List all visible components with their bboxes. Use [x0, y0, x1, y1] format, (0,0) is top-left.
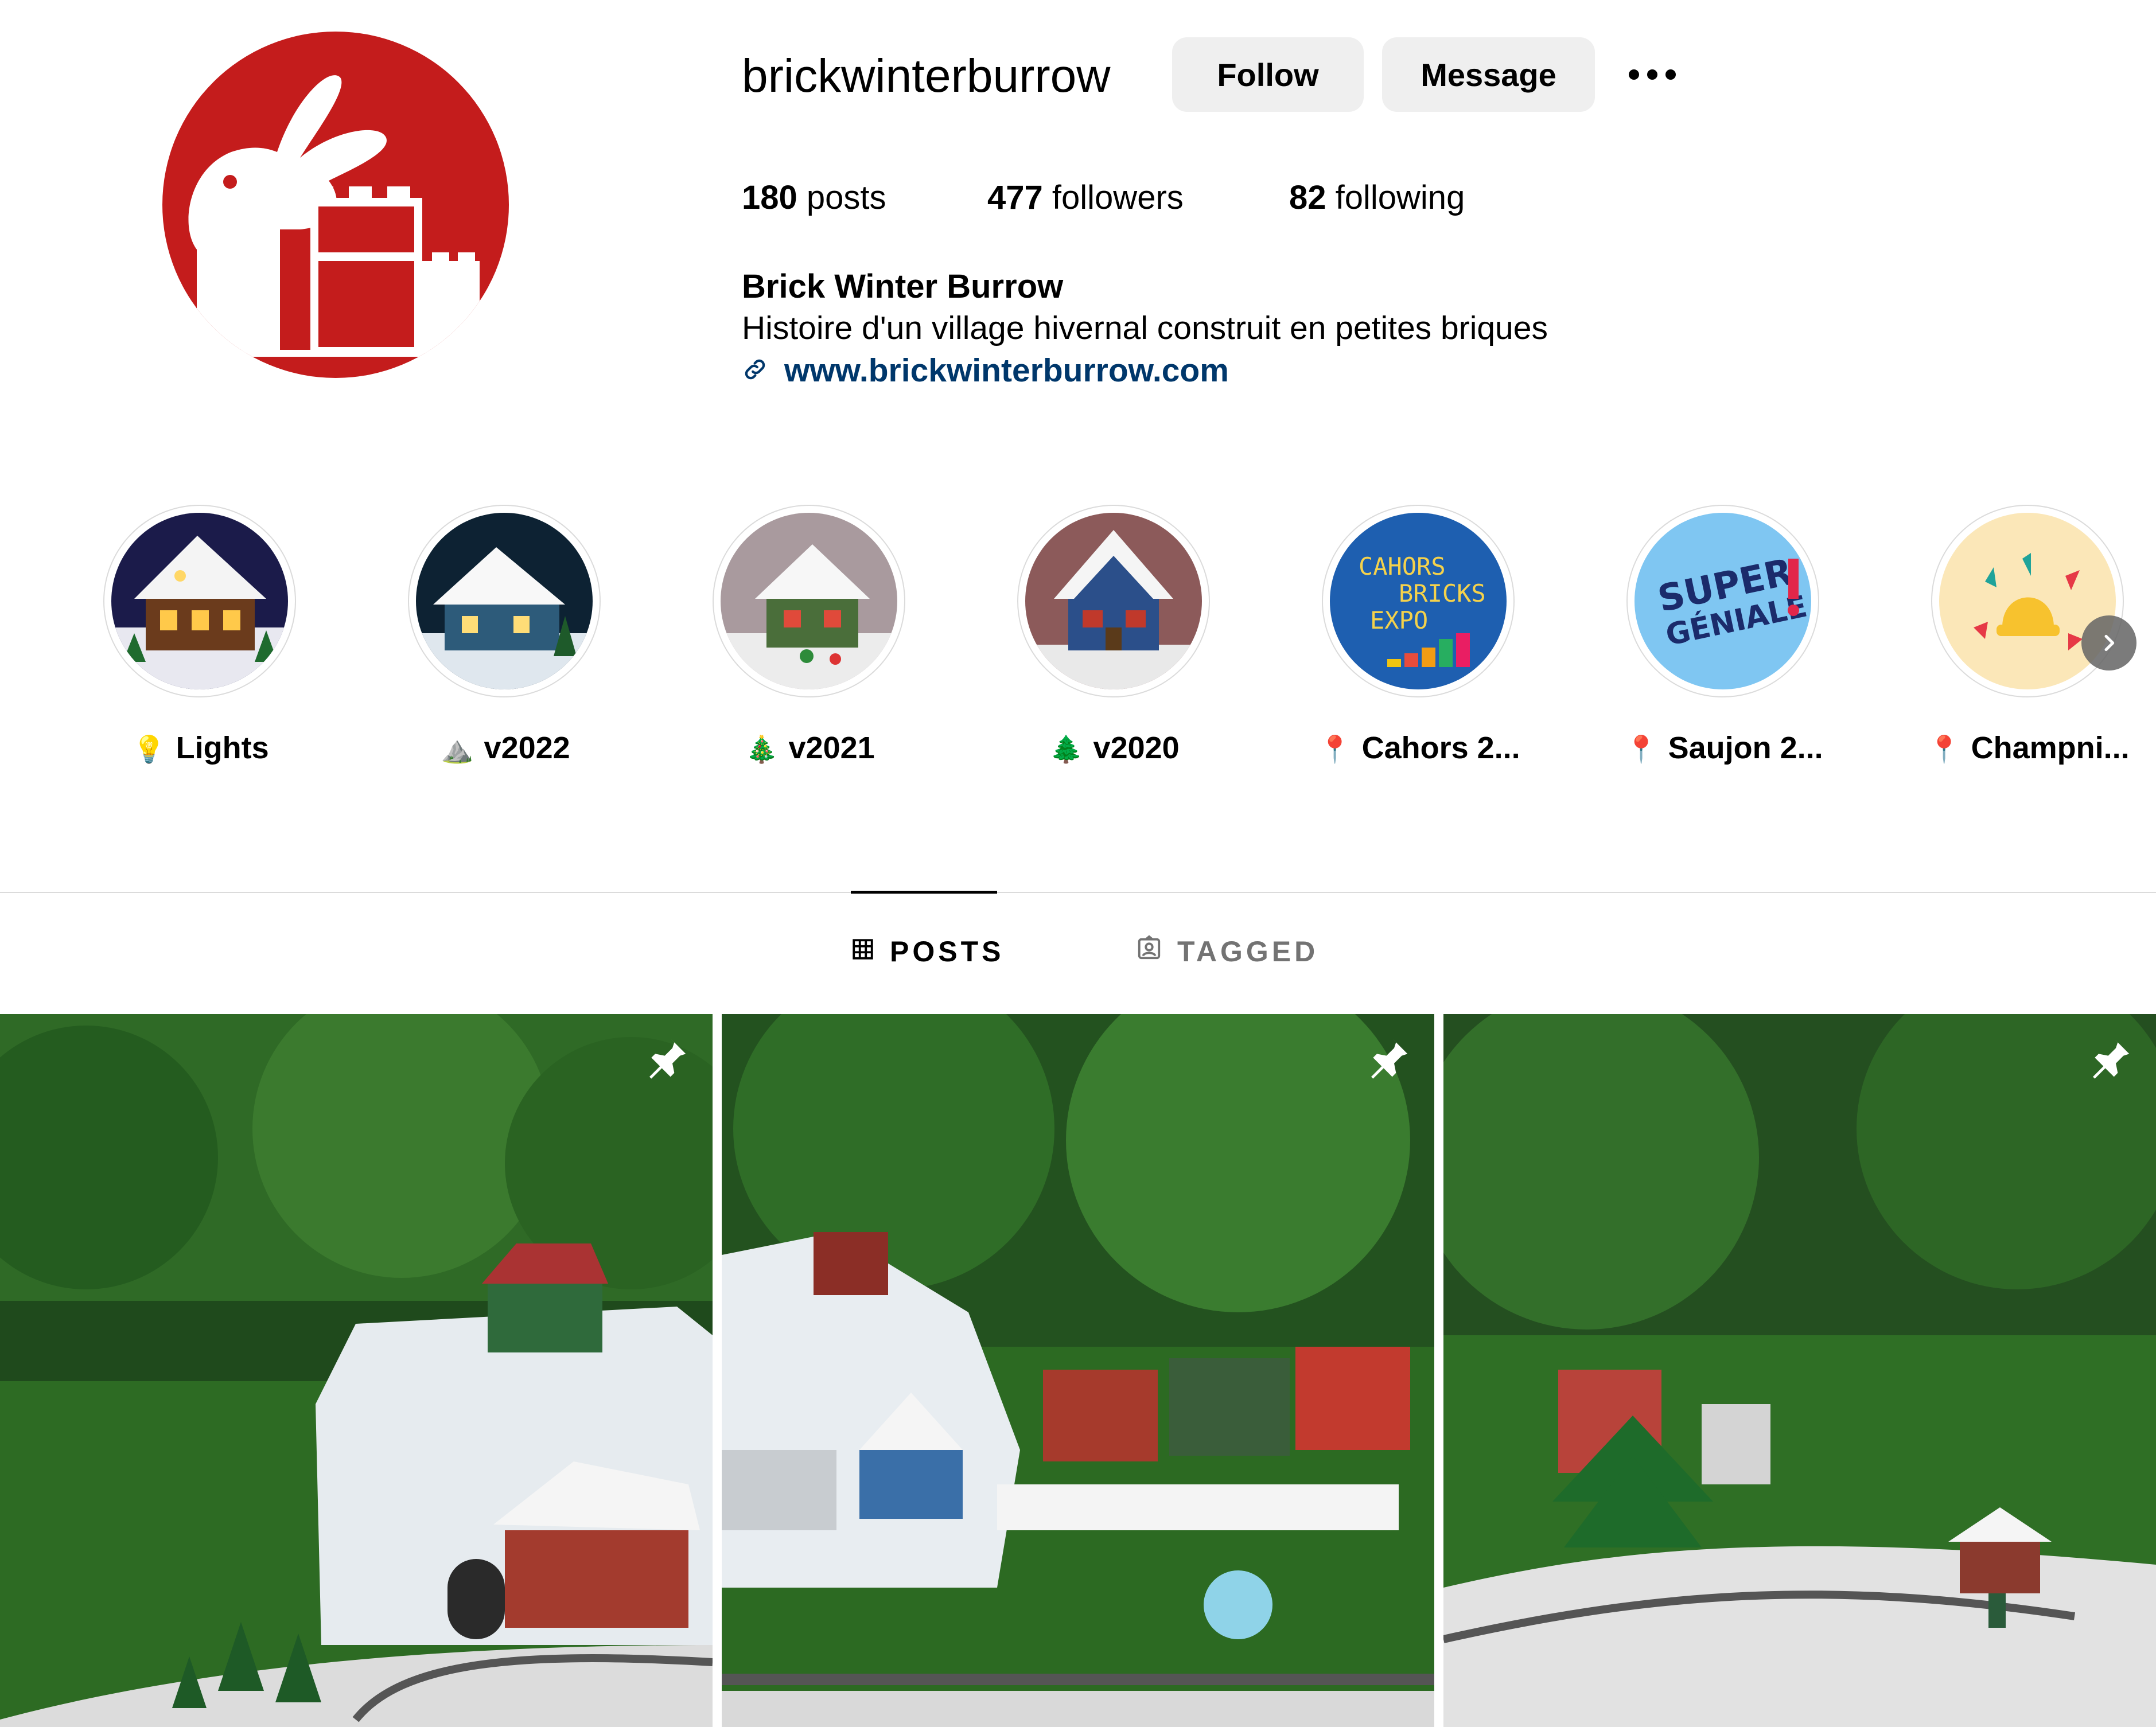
highlight-label: 📍 Saujon 2... — [1604, 727, 1844, 770]
following-count: 82 — [1289, 179, 1326, 216]
highlight-thumbnail — [111, 513, 288, 689]
highlight-label-text: Cahors 2... — [1361, 731, 1520, 765]
lightbulb-icon: 💡 — [133, 734, 166, 764]
mountain-icon: ⛰️ — [441, 734, 474, 764]
highlight-label: ⛰️ v2022 — [385, 727, 626, 770]
profile-link-text[interactable]: www.brickwinterburrow.com — [784, 352, 1229, 389]
post-thumbnail[interactable] — [0, 1014, 713, 1727]
follow-button[interactable]: Follow — [1172, 37, 1364, 112]
posts-count-stat: 180 posts — [742, 175, 886, 221]
christmas-tree-icon: 🎄 — [745, 734, 779, 764]
message-button[interactable]: Message — [1382, 37, 1595, 112]
more-options-icon[interactable] — [1618, 52, 1687, 98]
cahors-text-line: EXPO — [1370, 606, 1428, 634]
profile-avatar[interactable] — [162, 32, 509, 378]
post-thumbnail[interactable] — [722, 1014, 1434, 1727]
highlight-label-text: v2021 — [788, 731, 875, 765]
tabs-divider — [0, 892, 2156, 893]
profile-username: brickwinterburrow — [742, 50, 1111, 102]
highlight-label-text: Saujon 2... — [1668, 731, 1823, 765]
cahors-text-line: BRICKS — [1399, 579, 1486, 607]
highlight-label: 📍 Cahors 2... — [1299, 727, 1540, 770]
cahors-text-line: CAHORS — [1359, 552, 1446, 580]
highlight-thumbnail — [1939, 513, 2116, 689]
pin-icon — [2087, 1035, 2133, 1081]
pin-icon — [1365, 1035, 1411, 1081]
following-label: following — [1335, 179, 1465, 216]
profile-display-name: Brick Winter Burrow — [742, 268, 1064, 305]
tab-posts-label: POSTS — [890, 935, 1005, 968]
highlight-label-text: Lights — [176, 731, 269, 765]
posts-count: 180 — [742, 179, 797, 216]
tab-posts[interactable]: POSTS — [851, 935, 1004, 968]
profile-bio: Histoire d'un village hivernal construit… — [742, 310, 1548, 346]
active-tab-indicator — [851, 891, 997, 894]
followers-count-link[interactable]: 477 followers — [987, 175, 1184, 221]
highlight-thumbnail — [721, 513, 897, 689]
tab-tagged[interactable]: TAGGED — [1136, 935, 1318, 968]
post-thumbnail[interactable] — [1443, 1014, 2156, 1727]
highlight-label-text: v2022 — [484, 731, 570, 765]
highlight-thumbnail: CAHORS BRICKS EXPO — [1330, 513, 1507, 689]
highlight-thumbnail — [1025, 513, 1202, 689]
highlight-label-text: Champni... — [1971, 731, 2130, 765]
tab-tagged-label: TAGGED — [1177, 935, 1319, 968]
highlight-label: 💡 Lights — [80, 727, 321, 770]
highlight-label-text: v2020 — [1093, 731, 1180, 765]
posts-label: posts — [806, 179, 886, 216]
followers-label: followers — [1052, 179, 1184, 216]
highlight-label: 📍 Champni... — [1908, 727, 2149, 770]
highlight-label: 🌲 v2020 — [994, 727, 1235, 770]
location-pin-icon: 📍 — [1625, 734, 1658, 764]
link-icon — [742, 356, 768, 385]
highlights-next-chevron-icon[interactable] — [2081, 615, 2136, 670]
highlight-label: 🎄 v2021 — [690, 727, 931, 770]
following-count-link[interactable]: 82 following — [1289, 175, 1465, 221]
evergreen-tree-icon: 🌲 — [1050, 734, 1083, 764]
location-pin-icon: 📍 — [1318, 734, 1352, 764]
highlight-thumbnail: SUPER GÉNIALE — [1634, 513, 1811, 689]
pin-icon — [644, 1035, 690, 1081]
followers-count: 477 — [987, 179, 1043, 216]
profile-link[interactable]: www.brickwinterburrow.com — [742, 348, 1229, 393]
grid-icon — [851, 935, 875, 968]
tagged-icon — [1136, 935, 1162, 968]
highlight-thumbnail — [416, 513, 593, 689]
location-pin-icon: 📍 — [1928, 734, 1961, 764]
